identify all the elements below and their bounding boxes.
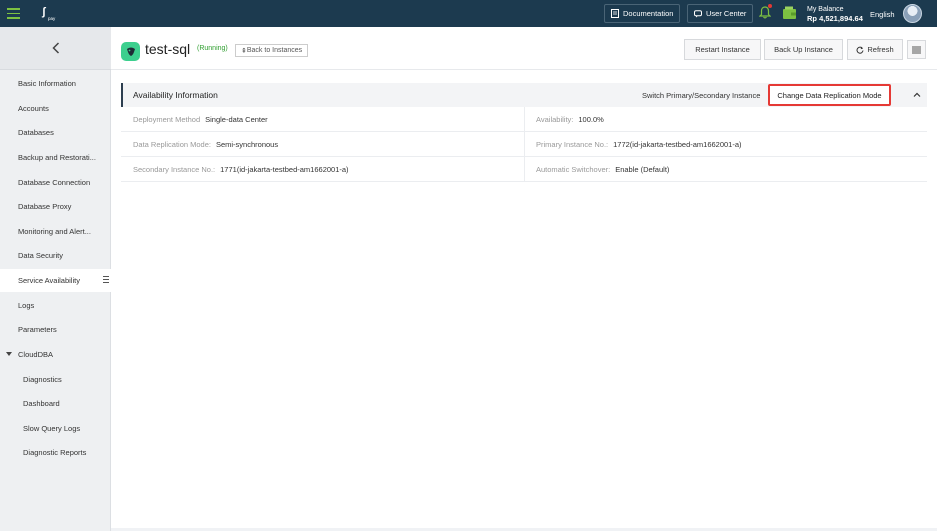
info-key: Deployment Method bbox=[133, 115, 201, 124]
info-cell: Availability: 100.0% bbox=[536, 107, 604, 132]
chevron-up-icon[interactable] bbox=[913, 91, 921, 99]
panel-header: Availability Information Switch Primary/… bbox=[121, 83, 927, 107]
backup-label: Back Up Instance bbox=[774, 45, 833, 54]
status-badge: (Running) bbox=[197, 45, 228, 52]
instance-header: test-sql (Running) ⇞ Back to Instances R… bbox=[111, 27, 937, 70]
info-key: Primary Instance No.: bbox=[536, 140, 609, 149]
info-cell: Data Replication Mode: Semi-synchronous bbox=[133, 132, 278, 157]
back-to-instances-button[interactable]: ⇞ Back to Instances bbox=[235, 44, 309, 57]
balance-amount: Rp 4,521,894.64 bbox=[807, 14, 863, 23]
sidebar-subitem-slow-query-logs[interactable]: Slow Query Logs bbox=[0, 417, 111, 440]
column-divider bbox=[524, 107, 525, 182]
info-key: Availability: bbox=[536, 115, 574, 124]
chat-icon bbox=[694, 9, 702, 17]
documentation-button[interactable]: Documentation bbox=[604, 4, 681, 23]
sidebar-item-label: Data Security bbox=[18, 251, 64, 260]
backup-instance-button[interactable]: Back Up Instance bbox=[764, 39, 843, 60]
sidebar-item-label: Basic Information bbox=[18, 79, 76, 88]
sidebar-item-backup-restoration[interactable]: Backup and Restorati... bbox=[0, 146, 111, 169]
info-key: Automatic Switchover: bbox=[536, 165, 611, 174]
main-content: test-sql (Running) ⇞ Back to Instances R… bbox=[111, 27, 937, 528]
info-cell: Primary Instance No.: 1772(id-jakarta-tes… bbox=[536, 132, 742, 157]
info-cell: Automatic Switchover: Enable (Default) bbox=[536, 157, 669, 182]
info-cell: Deployment Method Single-data Center bbox=[133, 107, 268, 132]
sidebar-item-label: CloudDBA bbox=[18, 350, 54, 359]
sidebar-item-database-proxy[interactable]: Database Proxy bbox=[0, 195, 111, 218]
sidebar-subitem-diagnostics[interactable]: Diagnostics bbox=[0, 368, 111, 391]
document-icon bbox=[611, 9, 619, 18]
sidebar-item-label: Backup and Restorati... bbox=[18, 153, 96, 162]
restart-instance-button[interactable]: Restart Instance bbox=[684, 39, 761, 60]
info-value: Semi-synchronous bbox=[215, 140, 279, 149]
refresh-label: Refresh bbox=[867, 45, 894, 54]
user-center-label: User Center bbox=[706, 9, 747, 18]
chevron-left-icon bbox=[51, 42, 59, 54]
user-center-button[interactable]: User Center bbox=[687, 4, 754, 23]
info-cell: Secondary Instance No.: 1771(id-jakarta-t… bbox=[133, 157, 349, 182]
sidebar-item-label: Monitoring and Alert... bbox=[18, 227, 91, 236]
sidebar-item-accounts[interactable]: Accounts bbox=[0, 97, 111, 120]
balance-display[interactable]: My Balance Rp 4,521,894.64 bbox=[807, 5, 863, 23]
sidebar-item-label: Parameters bbox=[18, 325, 57, 334]
sidebar-item-databases[interactable]: Databases bbox=[0, 121, 111, 144]
wallet-icon[interactable] bbox=[782, 6, 797, 20]
app-logo[interactable]: ʃ pay bbox=[42, 7, 62, 22]
sidebar-item-label: Dashboard bbox=[23, 399, 60, 408]
sidebar-item-label: Diagnostic Reports bbox=[23, 448, 87, 457]
sidebar-item-label: Service Availability bbox=[18, 276, 80, 285]
list-view-button[interactable] bbox=[907, 40, 926, 59]
sidebar-item-label: Database Connection bbox=[18, 178, 91, 187]
refresh-icon bbox=[856, 46, 864, 54]
top-bar: ʃ pay Documentation User Center My Balan… bbox=[0, 0, 937, 27]
documentation-label: Documentation bbox=[623, 9, 674, 18]
language-selector[interactable]: English bbox=[870, 10, 895, 19]
info-key: Data Replication Mode: bbox=[133, 140, 211, 149]
sidebar-item-label: Diagnostics bbox=[23, 375, 62, 384]
collapse-sidebar-button[interactable] bbox=[0, 27, 111, 70]
refresh-button[interactable]: Refresh bbox=[847, 39, 903, 60]
switch-primary-secondary-button[interactable]: Switch Primary/Secondary Instance bbox=[642, 91, 760, 100]
info-value: Enable (Default) bbox=[615, 165, 670, 174]
caret-down-icon bbox=[6, 352, 12, 356]
instance-name: test-sql bbox=[145, 41, 191, 57]
info-key: Secondary Instance No.: bbox=[133, 165, 216, 174]
sidebar-item-clouddba[interactable]: CloudDBA bbox=[0, 343, 111, 366]
balance-label: My Balance bbox=[807, 6, 844, 13]
availability-panel: Availability Information Switch Primary/… bbox=[121, 83, 927, 183]
info-value: 100.0% bbox=[578, 115, 604, 124]
info-value: 1772(id-jakarta-testbed-am1662001-a) bbox=[613, 140, 742, 149]
notification-bell-icon[interactable] bbox=[758, 4, 772, 19]
sidebar-subitem-dashboard[interactable]: Dashboard bbox=[0, 392, 111, 415]
sidebar-item-label: Slow Query Logs bbox=[23, 424, 81, 433]
user-avatar[interactable] bbox=[903, 4, 922, 23]
change-replication-mode-button[interactable]: Change Data Replication Mode bbox=[768, 84, 891, 106]
sidebar-item-label: Databases bbox=[18, 128, 54, 137]
info-value: Single-data Center bbox=[205, 115, 268, 124]
sidebar-item-label: Database Proxy bbox=[18, 202, 72, 211]
panel-title: Availability Information bbox=[133, 90, 218, 100]
restart-label: Restart Instance bbox=[695, 45, 750, 54]
sidebar-item-label: Accounts bbox=[18, 104, 49, 113]
sidebar-item-data-security[interactable]: Data Security bbox=[0, 244, 111, 267]
sidebar-item-parameters[interactable]: Parameters bbox=[0, 318, 111, 341]
sidebar-item-label: Logs bbox=[18, 301, 35, 310]
hamburger-menu-icon[interactable] bbox=[7, 8, 20, 19]
info-value: 1771(id-jakarta-testbed-am1662001-a) bbox=[220, 165, 349, 174]
sidebar-item-service-availability[interactable]: Service Availability bbox=[0, 269, 111, 292]
back-label: Back to Instances bbox=[246, 47, 303, 54]
list-icon bbox=[912, 46, 921, 53]
sidebar-subitem-diagnostic-reports[interactable]: Diagnostic Reports bbox=[0, 441, 111, 464]
database-instance-icon bbox=[121, 42, 140, 61]
sidebar: Basic Information Accounts Databases Bac… bbox=[0, 27, 111, 531]
sidebar-item-basic-information[interactable]: Basic Information bbox=[0, 72, 111, 95]
section-menu-icon[interactable] bbox=[103, 276, 109, 285]
sidebar-item-logs[interactable]: Logs bbox=[0, 294, 111, 317]
sidebar-item-monitoring-alerts[interactable]: Monitoring and Alert... bbox=[0, 220, 111, 243]
notification-dot bbox=[768, 4, 772, 8]
sidebar-item-database-connection[interactable]: Database Connection bbox=[0, 171, 111, 194]
